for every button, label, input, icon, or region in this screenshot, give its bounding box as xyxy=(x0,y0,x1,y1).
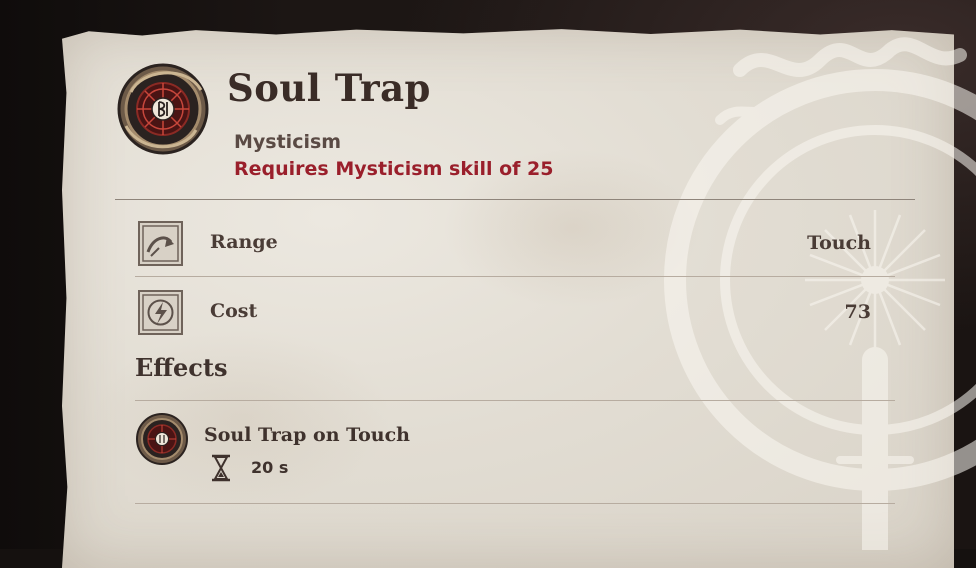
skill-requirement: Requires Mysticism skill of 25 xyxy=(234,158,554,180)
range-value: Touch xyxy=(807,232,871,254)
spell-school: Mysticism xyxy=(234,131,342,153)
cost-label: Cost xyxy=(210,300,258,322)
range-arrow-icon xyxy=(138,221,183,266)
soul-trap-rune-icon xyxy=(136,413,188,465)
soul-trap-rune-icon xyxy=(117,63,209,155)
effects-heading: Effects xyxy=(135,353,228,382)
divider xyxy=(135,503,895,504)
effect-name: Soul Trap on Touch xyxy=(204,424,410,446)
effect-duration: 20 s xyxy=(251,458,289,477)
divider xyxy=(135,276,895,277)
hourglass-icon xyxy=(212,454,230,482)
spell-title: Soul Trap xyxy=(227,66,431,110)
divider xyxy=(135,400,895,401)
range-label: Range xyxy=(210,231,278,253)
divider xyxy=(115,199,915,200)
magicka-bolt-icon xyxy=(138,290,183,335)
cost-value: 73 xyxy=(844,301,871,323)
sun-emblem-watermark xyxy=(664,37,976,550)
